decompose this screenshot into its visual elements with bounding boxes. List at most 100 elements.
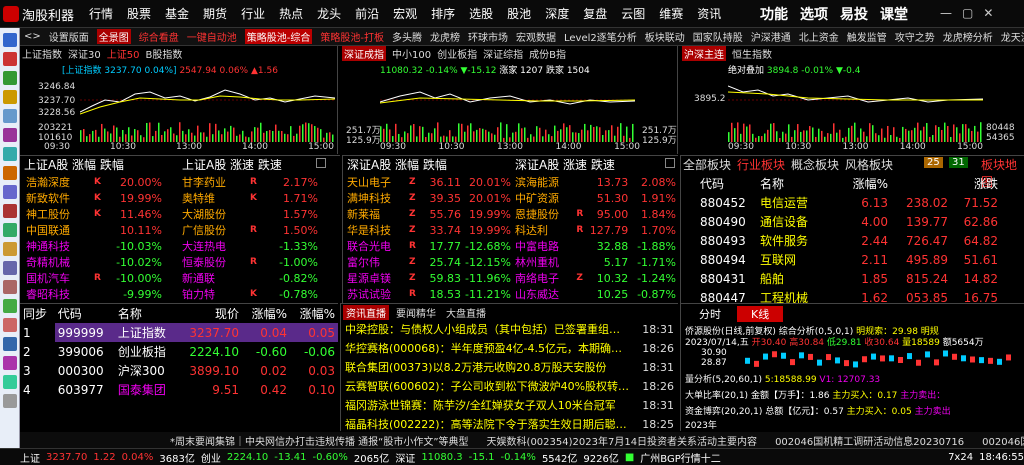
rank-row[interactable]: 新通联 -0.82% [180,270,320,286]
menu-item[interactable]: 维赛 [652,0,690,28]
rank-row[interactable]: 林州重机 5.17 -1.71% [513,254,678,270]
toolbar-icon[interactable] [3,166,17,180]
toolbar-icon[interactable] [3,242,17,256]
news-item[interactable]: 联合集团(00373)以8.2万港元收购20.8万股天安股份 18:31 [345,358,674,377]
toolbar-icon[interactable] [3,109,17,123]
right-menu-item[interactable]: 选项 [800,4,828,24]
board-col-header[interactable]: 代码 [697,174,757,193]
watchlist-row[interactable]: 2 399006 创业板指 2224.10 -0.60 -0.06 [20,342,338,361]
news-tab[interactable]: 资讯直播 [343,304,389,320]
layout-tab[interactable]: 龙虎榜 [430,29,460,44]
rank-row[interactable]: 国机汽车 R -10.00% [24,270,164,286]
ticker-item[interactable]: 天娱数科(002354)2023年7月14日投资者关系活动主要内容 [487,433,758,448]
rank-row[interactable]: 星源卓镁 Z 59.83 -11.96% [345,270,513,286]
board-row[interactable]: 880494 互联网 2.11 495.89 51.61 [683,250,1001,269]
minimize-icon[interactable]: — [940,6,952,20]
layout-tab[interactable]: Level2逐笔分析 [564,29,637,44]
rank-row[interactable]: 科达利 R 127.79 1.70% [513,222,678,238]
right-menu-item[interactable]: 易投 [840,4,868,24]
news-item[interactable]: 中梁控股：与债权人小组成员（其中包括）已签署重组… 18:31 [345,320,674,339]
rank-row[interactable]: 神通科技 -10.03% [24,238,164,254]
menu-item[interactable]: 宏观 [386,0,424,28]
layout-tab[interactable]: 龙虎榜分析 [943,29,993,44]
rank-row[interactable]: 中矿资源 51.30 1.91% [513,190,678,206]
board-tab[interactable]: 行业板块 [737,156,785,173]
toolbar-icon[interactable] [3,71,17,85]
layout-tab[interactable]: 全景图 [96,29,131,44]
chart-tab[interactable]: 成份B指 [529,46,566,61]
watchlist-col-header[interactable]: 涨幅% [290,304,338,323]
board-tab[interactable]: 风格板块 [845,156,893,173]
menu-item[interactable]: 股池 [500,0,538,28]
rank-row[interactable]: 睿昭科技 -9.99% [24,286,164,302]
watchlist-row[interactable]: 3 000300 沪深300 3899.10 0.02 0.03 [20,361,338,380]
rank-row[interactable]: 浩瀚深度 K 20.00% [24,174,164,190]
rank-row[interactable]: 新莱福 Z 55.76 19.99% [345,206,513,222]
board-col-header[interactable]: 名称 [757,174,835,193]
menu-item[interactable]: 复盘 [576,0,614,28]
chart-tab[interactable]: 上证指数 [22,46,62,61]
menu-item[interactable]: 资讯 [690,0,728,28]
menu-item[interactable]: 深度 [538,0,576,28]
layout-tab[interactable]: 设置版面 [49,29,89,44]
toolbar-icon[interactable] [3,33,17,47]
layout-tab[interactable]: 攻守之势 [895,29,935,44]
toolbar-icon[interactable] [3,223,17,237]
rank-row[interactable]: 滨海能源 13.73 2.08% [513,174,678,190]
layout-tab[interactable]: 板块联动 [645,29,685,44]
watchlist-col-header[interactable]: 代码 [55,304,115,323]
ticker-item[interactable]: 002046国 [982,433,1024,448]
menu-item[interactable]: 行业 [234,0,272,28]
board-col-header[interactable]: 涨跌 [951,174,1001,193]
menu-item[interactable]: 云图 [614,0,652,28]
rank-row[interactable]: 新致软件 K 19.99% [24,190,164,206]
chart-tab[interactable]: 深证成指 [342,45,386,61]
toolbar-icon[interactable] [3,394,17,408]
layout-tab[interactable]: 一键自动池 [187,29,237,44]
layout-tab[interactable]: 多头腾 [392,29,422,44]
rank-row[interactable]: 满坤科技 Z 39.35 20.01% [345,190,513,206]
board-tab[interactable]: 全部板块 [683,156,731,173]
layout-tab[interactable]: 综合看盘 [139,29,179,44]
layout-tab[interactable]: 环球市场 [468,29,508,44]
toolbar-icon[interactable] [3,90,17,104]
layout-tab[interactable]: 国家队持股 [693,29,743,44]
news-item[interactable]: 华控赛格(000068)：半年度预盈4亿-4.5亿元，本期确… 18:26 [345,339,674,358]
chart-tab[interactable]: 深证30 [68,46,101,61]
layout-tab[interactable]: 触发监管 [847,29,887,44]
grid-icon[interactable] [665,158,675,168]
board-tab[interactable]: 概念板块 [791,156,839,173]
news-item[interactable]: 福冈游泳世锦赛：陈芋汐/全红婵获女子双人10米台冠军 18:31 [345,396,674,415]
menu-item[interactable]: 行情 [82,0,120,28]
rank-row[interactable]: 大湖股份 1.57% [180,206,320,222]
watchlist-col-header[interactable]: 涨幅% [242,304,290,323]
toolbar-icon[interactable] [3,299,17,313]
board-col-header[interactable] [891,174,951,193]
layout-tab[interactable]: 龙天沪 [1001,29,1024,44]
news-tab[interactable]: 大盘直播 [443,305,489,320]
rank-row[interactable]: 恒泰股份 R -1.00% [180,254,320,270]
rank-row[interactable]: 神工股份 K 11.46% [24,206,164,222]
rank-row[interactable]: 大连热电 -1.33% [180,238,320,254]
watchlist-col-header[interactable]: 同步 [20,304,55,323]
rank-row[interactable]: 甘李药业 R 2.17% [180,174,320,190]
maximize-icon[interactable]: ▢ [962,6,973,20]
news-item[interactable]: 云赛智联(600602)：子公司收到松下微波炉40%股权转… 18:26 [345,377,674,396]
kline-tab[interactable]: 分时 [685,306,735,322]
menu-item[interactable]: 前沿 [348,0,386,28]
rank-row[interactable]: 华是科技 Z 33.74 19.99% [345,222,513,238]
news-ticker[interactable]: *周末要闻集锦｜中央网信办打击违规传播 通报“股市小作文”等典型 天娱数科(002… [20,432,1024,448]
watchlist-col-header[interactable]: 名称 [115,304,178,323]
close-icon[interactable]: ✕ [983,6,993,20]
board-col-header[interactable] [683,174,697,193]
chart-tab[interactable]: 深证综指 [483,46,523,61]
tab-nav-icon[interactable]: <> [24,31,41,42]
news-tab[interactable]: 要闻精华 [393,305,439,320]
rank-row[interactable]: 天山电子 Z 36.11 20.01% [345,174,513,190]
toolbar-icon[interactable] [3,204,17,218]
rank-row[interactable]: 铂力特 K -0.78% [180,286,320,302]
menu-item[interactable]: 龙头 [310,0,348,28]
right-menu-item[interactable]: 功能 [760,4,788,24]
board-row[interactable]: 880490 通信设备 4.00 139.77 62.86 [683,212,1001,231]
rank-row[interactable]: 中国联通 10.11% [24,222,164,238]
